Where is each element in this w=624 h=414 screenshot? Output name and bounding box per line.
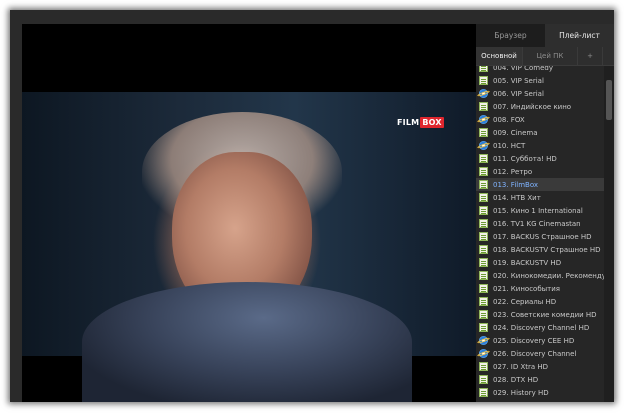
doc-icon	[479, 128, 488, 137]
channel-list-item[interactable]: 007. Индийское кино	[476, 100, 604, 113]
doc-icon	[479, 219, 488, 228]
doc-icon	[479, 66, 488, 72]
channel-list-item[interactable]: 028. DTX HD	[476, 373, 604, 386]
doc-icon	[479, 245, 488, 254]
doc-icon	[479, 297, 488, 306]
channel-label: 021. Кинособытия	[493, 284, 561, 293]
channel-label: 012. Ретро	[493, 167, 533, 176]
channel-label: 014. НТВ Хит	[493, 193, 541, 202]
ie-icon	[479, 336, 488, 345]
channel-label: 020. Кинокомедии. Рекомендуем	[493, 271, 604, 280]
channel-list-item[interactable]: 011. Суббота! HD	[476, 152, 604, 165]
channel-label: 024. Discovery Channel HD	[493, 323, 590, 332]
channel-label: 008. FOX	[493, 115, 525, 124]
channel-list-item[interactable]: 008. FOX	[476, 113, 604, 126]
channel-logo: FILM BOX	[397, 117, 444, 128]
channel-label: 005. VIP Serial	[493, 76, 544, 85]
scrollbar-thumb[interactable]	[606, 80, 612, 120]
channel-label: 016. TV1 KG Cinemastan	[493, 219, 581, 228]
panel-tabs: Браузер Плей-лист	[476, 24, 614, 47]
channel-label: 028. DTX HD	[493, 375, 539, 384]
doc-icon	[479, 258, 488, 267]
tab-browser[interactable]: Браузер	[476, 24, 545, 47]
channel-label: 026. Discovery Channel	[493, 349, 577, 358]
channel-list-item[interactable]: 010. НСТ	[476, 139, 604, 152]
doc-icon	[479, 362, 488, 371]
video-content-body	[82, 282, 412, 402]
doc-icon	[479, 323, 488, 332]
add-playlist-button[interactable]: +	[578, 47, 603, 65]
channel-label: 022. Сериалы HD	[493, 297, 557, 306]
channel-label: 019. BACKUSTV HD	[493, 258, 562, 267]
channel-list-item[interactable]: 023. Советские комедии HD	[476, 308, 604, 321]
video-player[interactable]: FILM BOX	[22, 24, 476, 402]
channel-label: 011. Суббота! HD	[493, 154, 557, 163]
doc-icon	[479, 375, 488, 384]
channel-list-item[interactable]: 005. VIP Serial	[476, 74, 604, 87]
channel-logo-box: BOX	[420, 117, 444, 128]
channel-label: 004. VIP Comedy	[493, 66, 553, 72]
channel-list-item[interactable]: 022. Сериалы HD	[476, 295, 604, 308]
channel-label: 015. Кино 1 International	[493, 206, 583, 215]
channel-label: 025. Discovery CEE HD	[493, 336, 575, 345]
channel-list-item[interactable]: 027. ID Xtra HD	[476, 360, 604, 373]
ie-icon	[479, 115, 488, 124]
playlist-panel: Браузер Плей-лист Основной Цей ПК + 004.…	[476, 24, 614, 402]
doc-icon	[479, 180, 488, 189]
tab-playlist[interactable]: Плей-лист	[545, 24, 614, 47]
channel-label: 017. BACKUS Страшное HD	[493, 232, 592, 241]
channel-label: 007. Индийское кино	[493, 102, 572, 111]
channel-list-item[interactable]: 013. FilmBox	[476, 178, 604, 191]
channel-list-item[interactable]: 015. Кино 1 International	[476, 204, 604, 217]
doc-icon	[479, 310, 488, 319]
channel-label: 027. ID Xtra HD	[493, 362, 549, 371]
channel-list-item[interactable]: 021. Кинособытия	[476, 282, 604, 295]
doc-icon	[479, 102, 488, 111]
app-window: FILM BOX Браузер Плей-лист Основной Цей П…	[10, 10, 614, 402]
channel-list-item[interactable]: 012. Ретро	[476, 165, 604, 178]
ie-icon	[479, 141, 488, 150]
channel-list-item[interactable]: 026. Discovery Channel	[476, 347, 604, 360]
channel-list-inner: 004. VIP Comedy 005. VIP Serial 006. VIP S…	[476, 66, 604, 399]
channel-label: 018. BACKUSTV Страшное HD	[493, 245, 601, 254]
channel-list-item[interactable]: 004. VIP Comedy	[476, 66, 604, 74]
channel-list-item[interactable]: 025. Discovery CEE HD	[476, 334, 604, 347]
channel-label: 023. Советские комедии HD	[493, 310, 597, 319]
subtab-main[interactable]: Основной	[476, 47, 523, 65]
channel-label: 006. VIP Serial	[493, 89, 544, 98]
doc-icon	[479, 193, 488, 202]
playlist-scrollbar[interactable]	[604, 66, 614, 402]
channel-list-item[interactable]: 020. Кинокомедии. Рекомендуем	[476, 269, 604, 282]
channel-list-item[interactable]: 016. TV1 KG Cinemastan	[476, 217, 604, 230]
channel-label: 013. FilmBox	[493, 180, 539, 189]
doc-icon	[479, 167, 488, 176]
subtab-this-pc[interactable]: Цей ПК	[523, 47, 578, 65]
channel-list-item[interactable]: 029. History HD	[476, 386, 604, 399]
channel-list-item[interactable]: 019. BACKUSTV HD	[476, 256, 604, 269]
channel-list-item[interactable]: 006. VIP Serial	[476, 87, 604, 100]
ie-icon	[479, 89, 488, 98]
playlist-subtabs: Основной Цей ПК +	[476, 47, 614, 66]
doc-icon	[479, 284, 488, 293]
channel-list-item[interactable]: 018. BACKUSTV Страшное HD	[476, 243, 604, 256]
doc-icon	[479, 232, 488, 241]
channel-list-item[interactable]: 024. Discovery Channel HD	[476, 321, 604, 334]
channel-list-item[interactable]: 017. BACKUS Страшное HD	[476, 230, 604, 243]
doc-icon	[479, 388, 488, 397]
doc-icon	[479, 76, 488, 85]
ie-icon	[479, 349, 488, 358]
channel-list-item[interactable]: 009. Cinema	[476, 126, 604, 139]
video-frame[interactable]	[22, 92, 476, 402]
channel-list-item[interactable]: 014. НТВ Хит	[476, 191, 604, 204]
doc-icon	[479, 271, 488, 280]
doc-icon	[479, 206, 488, 215]
channel-label: 029. History HD	[493, 388, 549, 397]
doc-icon	[479, 154, 488, 163]
channel-list[interactable]: 004. VIP Comedy 005. VIP Serial 006. VIP S…	[476, 66, 604, 402]
channel-logo-text: FILM	[397, 118, 420, 127]
channel-label: 010. НСТ	[493, 141, 526, 150]
channel-label: 009. Cinema	[493, 128, 538, 137]
